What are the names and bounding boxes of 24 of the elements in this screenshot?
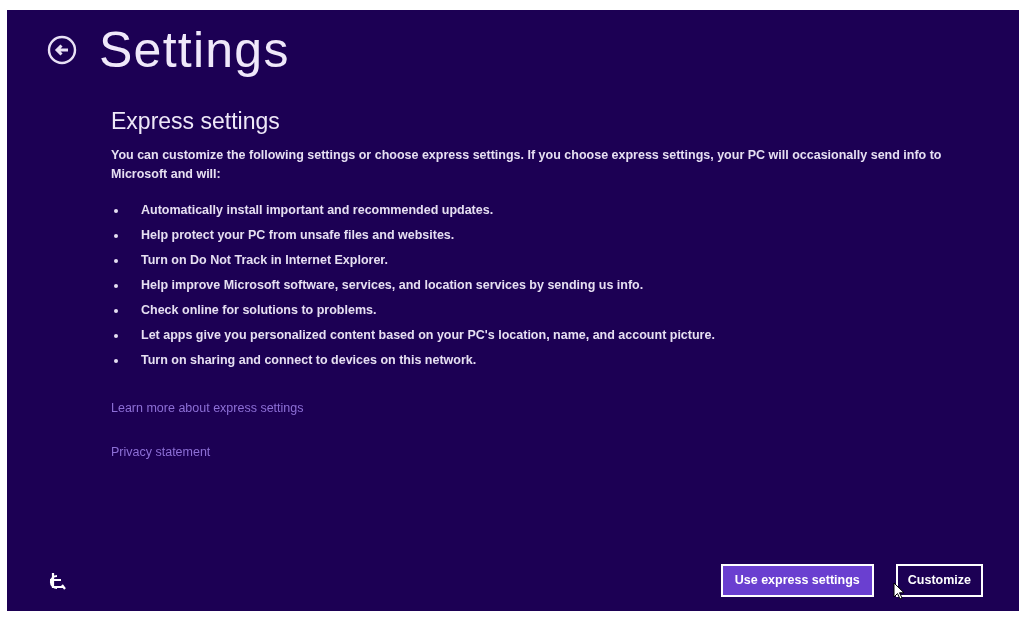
bullet-icon — [114, 358, 118, 363]
mouse-pointer-icon — [892, 582, 905, 600]
bullet-icon — [114, 283, 118, 288]
page-title: Settings — [99, 21, 290, 80]
list-item-text: Turn on sharing and connect to devices on this network. — [141, 352, 477, 370]
customize-button[interactable]: Customize — [895, 564, 983, 597]
intro-text: You can customize the following settings or choose express settings. If you choose express settings, your PC will occasionally send info to Microsoft and will: — [111, 147, 943, 183]
bullet-icon — [114, 233, 118, 238]
back-button[interactable] — [47, 35, 77, 65]
link[interactable]: Learn more about express settings — [111, 399, 304, 418]
link[interactable]: Privacy statement — [111, 442, 211, 462]
list-item-text: Check online for solutions to problems. — [141, 302, 377, 320]
bullet-icon — [114, 308, 118, 313]
list-item-text: Let apps give you personalized content based on your PC's location, name, and account picture. — [141, 327, 715, 345]
back-icon — [47, 35, 77, 65]
section-heading: Express settings — [111, 107, 281, 136]
list-item-text: Help improve Microsoft software, services, and location services by sending us info. — [141, 277, 644, 295]
list-item-text: Help protect your PC from unsafe files and websites. — [141, 227, 455, 245]
list-item-text: Automatically install important and recommended updates. — [141, 202, 494, 220]
bullet-icon — [114, 208, 118, 213]
bullet-icon — [114, 258, 118, 263]
express-settings-button[interactable]: Use express settings — [720, 564, 874, 597]
list-item-text: Turn on Do Not Track in Internet Explorer. — [141, 252, 389, 270]
bullet-icon — [114, 333, 118, 338]
